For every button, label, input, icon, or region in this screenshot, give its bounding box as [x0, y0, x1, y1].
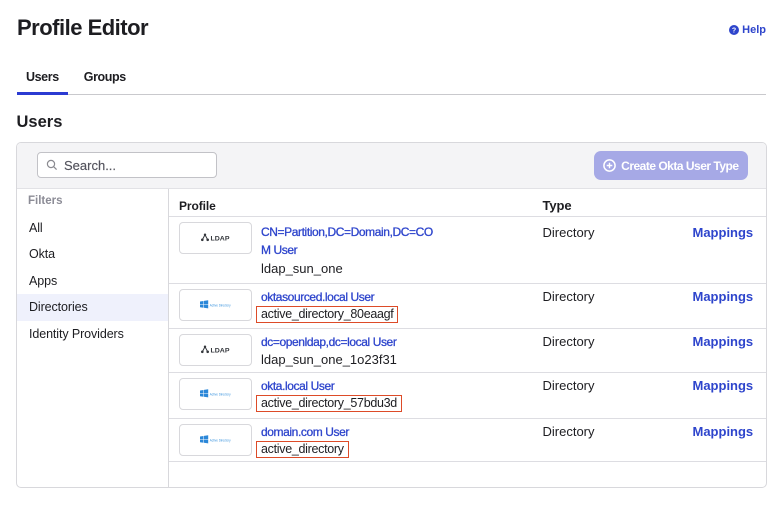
svg-text:Active Directory: Active Directory — [210, 302, 231, 307]
svg-text:LDAP: LDAP — [211, 347, 230, 354]
svg-text:Active Directory: Active Directory — [210, 437, 231, 442]
svg-text:Active Directory: Active Directory — [210, 391, 231, 396]
svg-text:?: ? — [732, 27, 736, 35]
svg-text:LDAP: LDAP — [211, 235, 230, 242]
